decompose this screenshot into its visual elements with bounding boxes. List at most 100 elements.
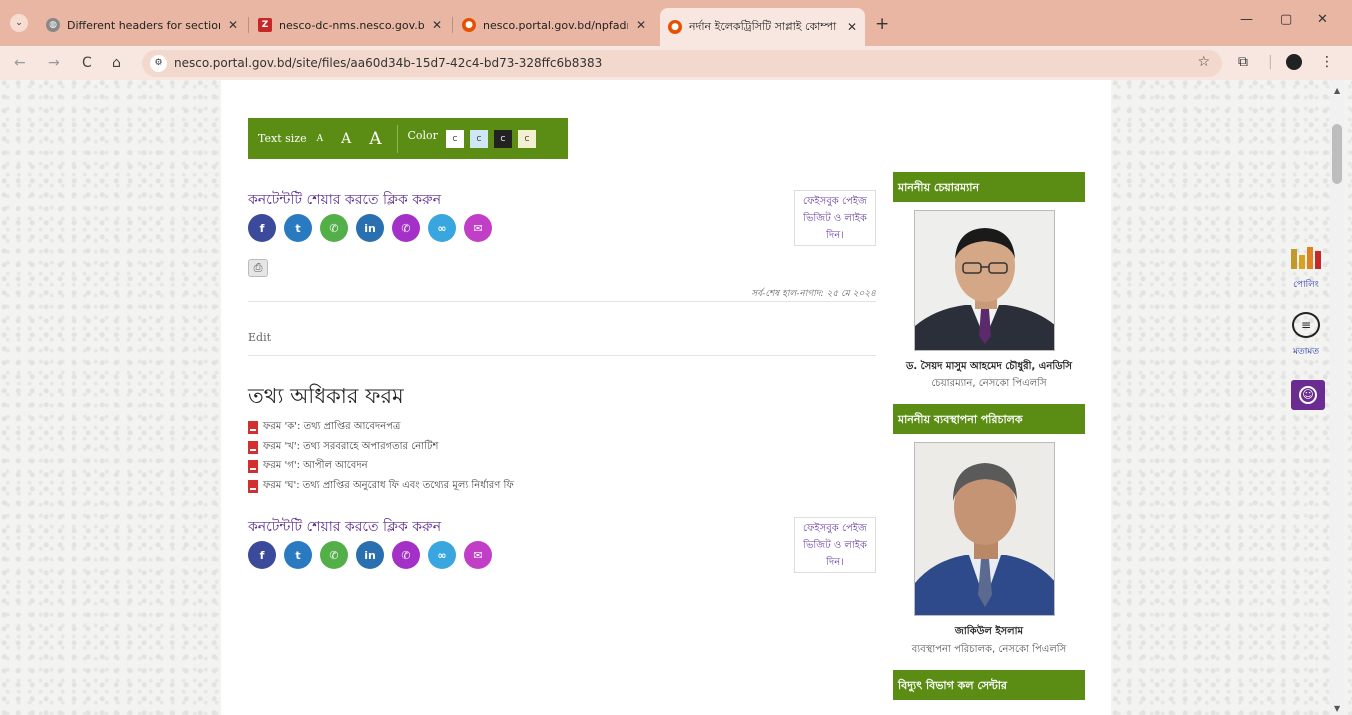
list-item[interactable]: ফরম 'ক': তথ্য প্রাপ্তির আবেদনপত্র bbox=[248, 418, 514, 438]
close-icon[interactable]: ✕ bbox=[432, 18, 442, 32]
divider bbox=[396, 124, 398, 153]
twitter-icon[interactable]: t bbox=[284, 541, 312, 569]
whatsapp-icon[interactable]: ✆ bbox=[320, 214, 348, 242]
color-cream-button[interactable]: C bbox=[517, 129, 536, 148]
accessibility-bar: Text size A A A Color C C C C bbox=[248, 118, 568, 159]
edit-link[interactable]: Edit bbox=[248, 331, 271, 344]
tab-title: নর্দান ইলেকট্রিসিটি সাপ্লাই কোম্পা bbox=[689, 19, 837, 33]
toolbar-divider: | bbox=[1268, 54, 1273, 70]
restore-icon[interactable]: ▢ bbox=[1280, 12, 1292, 27]
messenger-icon[interactable]: ✉ bbox=[464, 541, 492, 569]
tab-search-button[interactable]: ⌄ bbox=[10, 14, 28, 32]
share-icons: f t ✆ in ✆ ∞ ✉ bbox=[248, 541, 500, 569]
close-icon[interactable]: ✕ bbox=[847, 20, 857, 34]
linkedin-icon[interactable]: in bbox=[356, 214, 384, 242]
list-item[interactable]: ফরম 'ঘ': তথ্য প্রাপ্তির অনুরোধ ফি এবং তথ… bbox=[248, 477, 514, 497]
forward-icon[interactable]: → bbox=[48, 55, 60, 71]
form-link[interactable]: ফরম 'ঘ': তথ্য প্রাপ্তির অনুরোধ ফি এবং তথ… bbox=[263, 478, 514, 495]
bookmark-star-icon[interactable]: ☆ bbox=[1197, 54, 1210, 70]
share-title: কনটেন্টটি শেয়ার করতে ক্লিক করুন bbox=[248, 192, 442, 208]
divider bbox=[248, 355, 876, 356]
scrollbar-thumb[interactable] bbox=[1332, 124, 1342, 184]
text-size-medium-button[interactable]: A bbox=[341, 131, 351, 147]
home-icon[interactable]: ⌂ bbox=[112, 55, 121, 71]
page-viewport bbox=[0, 80, 1352, 715]
messenger-icon[interactable]: ✉ bbox=[464, 214, 492, 242]
linkedin-icon[interactable]: in bbox=[356, 541, 384, 569]
minimize-icon[interactable]: — bbox=[1240, 12, 1253, 27]
reload-icon[interactable]: C bbox=[82, 55, 92, 71]
divider bbox=[248, 301, 876, 302]
address-bar[interactable]: ⚙ nesco.portal.gov.bd/site/files/aa60d34… bbox=[142, 50, 1222, 77]
tab-different-headers[interactable]: ◍ Different headers for sections ✕ bbox=[38, 10, 246, 40]
share-icons: f t ✆ in ✆ ∞ ✉ bbox=[248, 214, 500, 242]
text-size-small-button[interactable]: A bbox=[317, 134, 324, 144]
scroll-down-icon[interactable]: ▼ bbox=[1334, 704, 1340, 713]
zoho-z-icon: Z bbox=[258, 18, 272, 32]
facebook-icon[interactable]: f bbox=[248, 214, 276, 242]
md-photo bbox=[914, 442, 1055, 616]
close-icon[interactable]: ✕ bbox=[228, 18, 238, 32]
md-heading: মাননীয় ব্যবস্থাপনা পরিচালক bbox=[893, 404, 1085, 434]
md-name: জাকিউল ইসলাম bbox=[954, 626, 1024, 637]
tab-npfadmin[interactable]: ● nesco.portal.gov.bd/npfadmin/ ✕ bbox=[454, 10, 654, 40]
feedback-widget[interactable]: ≡ মতামত bbox=[1284, 312, 1328, 359]
pdf-icon bbox=[248, 421, 258, 435]
globe-icon: ◍ bbox=[46, 18, 60, 32]
left-decorative-pattern bbox=[0, 80, 221, 715]
form-list: ফরম 'ক': তথ্য প্রাপ্তির আবেদনপত্র ফরম 'খ… bbox=[248, 418, 514, 496]
poll-widget[interactable]: পোলিং bbox=[1284, 245, 1328, 292]
tab-title: nesco-dc-nms.nesco.gov.bd: H bbox=[279, 18, 424, 32]
tab-title: Different headers for sections bbox=[67, 18, 220, 32]
color-white-button[interactable]: C bbox=[445, 129, 464, 148]
viber-icon[interactable]: ✆ bbox=[392, 214, 420, 242]
tab-title: nesco.portal.gov.bd/npfadmin/ bbox=[483, 18, 628, 32]
facebook-page-link[interactable]: ফেইসবুক পেইজ ভিজিট ও লাইক দিন। bbox=[794, 190, 876, 246]
tab-strip: ⌄ ◍ Different headers for sections ✕ Z n… bbox=[0, 0, 1352, 46]
text-size-label: Text size bbox=[258, 132, 307, 145]
tab-nesco-nms[interactable]: Z nesco-dc-nms.nesco.gov.bd: H ✕ bbox=[250, 10, 450, 40]
list-item[interactable]: ফরম 'খ': তথ্য সরবরাহে অপারগতার নোটিশ bbox=[248, 438, 514, 458]
share-title: কনটেন্টটি শেয়ার করতে ক্লিক করুন bbox=[248, 519, 442, 535]
accessibility-widget[interactable]: ☺ bbox=[1291, 380, 1325, 410]
color-blue-button[interactable]: C bbox=[469, 129, 488, 148]
list-item[interactable]: ফরম 'গ': আপীল আবেদন bbox=[248, 457, 514, 477]
site-info-icon[interactable]: ⚙ bbox=[150, 55, 167, 72]
profile-avatar[interactable] bbox=[1286, 54, 1302, 70]
form-link[interactable]: ফরম 'গ': আপীল আবেদন bbox=[263, 458, 368, 475]
extensions-icon[interactable]: ⧉ bbox=[1238, 54, 1248, 70]
print-icon[interactable]: ⎙ bbox=[248, 259, 268, 277]
facebook-icon[interactable]: f bbox=[248, 541, 276, 569]
viber-icon[interactable]: ✆ bbox=[392, 541, 420, 569]
form-link[interactable]: ফরম 'খ': তথ্য সরবরাহে অপারগতার নোটিশ bbox=[263, 439, 438, 456]
link-icon[interactable]: ∞ bbox=[428, 541, 456, 569]
color-dark-button[interactable]: C bbox=[493, 129, 512, 148]
chairman-title: চেয়ারম্যান, নেসকো পিএলসি bbox=[931, 378, 1047, 389]
page-title: তথ্য অধিকার ফরম bbox=[248, 384, 404, 408]
new-tab-button[interactable]: + bbox=[875, 14, 889, 34]
poll-label: পোলিং bbox=[1293, 280, 1319, 290]
back-icon[interactable]: ← bbox=[14, 55, 26, 71]
facebook-page-link[interactable]: ফেইসবুক পেইজ ভিজিট ও লাইক দিন। bbox=[794, 517, 876, 573]
scroll-up-icon[interactable]: ▲ bbox=[1334, 86, 1340, 95]
whatsapp-icon[interactable]: ✆ bbox=[320, 541, 348, 569]
chairman-name: ড. সৈয়দ মাসুম আহমেদ চৌধুরী, এনডিসি bbox=[905, 361, 1073, 372]
form-link[interactable]: ফরম 'ক': তথ্য প্রাপ্তির আবেদনপত্র bbox=[263, 419, 400, 436]
pdf-icon bbox=[248, 440, 258, 454]
feedback-label: মতামত bbox=[1292, 347, 1320, 357]
text-size-large-button[interactable]: A bbox=[369, 129, 381, 149]
tab-nesco-active[interactable]: ● নর্দান ইলেকট্রিসিটি সাপ্লাই কোম্পা ✕ bbox=[660, 8, 865, 46]
link-icon[interactable]: ∞ bbox=[428, 214, 456, 242]
url-text[interactable]: nesco.portal.gov.bd/site/files/aa60d34b-… bbox=[174, 56, 602, 70]
bd-portal-icon: ● bbox=[462, 18, 476, 32]
window-close-icon[interactable]: ✕ bbox=[1317, 12, 1328, 27]
menu-kebab-icon[interactable]: ⋮ bbox=[1320, 54, 1334, 70]
md-title: ব্যবস্থাপনা পরিচালক, নেসকো পিএলসি bbox=[911, 644, 1067, 655]
chairman-heading: মাননীয় চেয়ারম্যান bbox=[893, 172, 1085, 202]
close-icon[interactable]: ✕ bbox=[636, 18, 646, 32]
toolbar: ← → C ⌂ ⚙ nesco.portal.gov.bd/site/files… bbox=[0, 46, 1352, 80]
bd-portal-icon: ● bbox=[668, 20, 682, 34]
pdf-icon bbox=[248, 479, 258, 493]
chairman-photo bbox=[914, 210, 1055, 351]
twitter-icon[interactable]: t bbox=[284, 214, 312, 242]
